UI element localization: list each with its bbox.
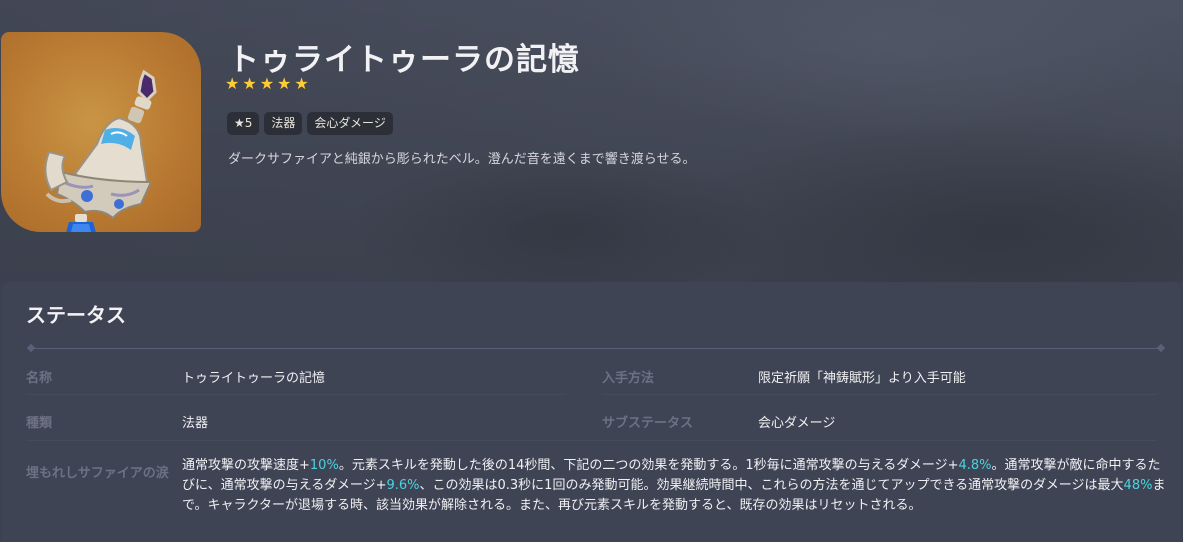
star-icon: ★ bbox=[259, 74, 275, 93]
passive-text-segment: 、この効果は0.3秒に1回のみ発動可能。効果継続時間中、これらの方法を通じてアッ… bbox=[419, 478, 1124, 493]
weapon-description: ダークサファイアと純銀から彫られたベル。澄んだ音を遠くまで響き渡らせる。 bbox=[228, 152, 696, 167]
section-divider bbox=[28, 348, 1164, 349]
tag-list: ★5 法器 会心ダメージ bbox=[227, 112, 393, 135]
bell-catalyst-icon bbox=[44, 69, 157, 232]
passive-text-segment: 通常攻撃の攻撃速度+ bbox=[182, 458, 310, 473]
passive-effect-text: 通常攻撃の攻撃速度+10%。元素スキルを発動した後の14秒間、下記の二つの効果を… bbox=[182, 456, 1167, 516]
row-separator bbox=[26, 440, 1157, 441]
star-icon: ★ bbox=[294, 74, 309, 93]
substat-value: 会心ダメージ bbox=[758, 416, 836, 431]
row-separator bbox=[26, 394, 566, 395]
weapon-image bbox=[1, 32, 201, 232]
star-icon: ★ bbox=[242, 74, 257, 93]
star-icon: ★ bbox=[277, 74, 292, 93]
status-title: ステータス bbox=[26, 303, 126, 327]
star-icon: ★ bbox=[225, 74, 240, 93]
weapon-title: トゥライトゥーラの記憶 bbox=[228, 42, 580, 78]
row-separator bbox=[602, 394, 1157, 395]
acquire-label: 入手方法 bbox=[602, 371, 655, 386]
tag-weapon-type: 法器 bbox=[264, 112, 303, 135]
type-label: 種類 bbox=[26, 416, 53, 431]
passive-highlight-value: 48% bbox=[1123, 478, 1153, 493]
passive-highlight-value: 9.6% bbox=[386, 478, 420, 493]
tag-substat: 会心ダメージ bbox=[307, 112, 393, 135]
passive-highlight-value: 10% bbox=[309, 458, 339, 473]
rarity-stars: ★ ★ ★ ★ ★ bbox=[225, 76, 309, 92]
tag-rarity: ★5 bbox=[227, 112, 260, 135]
name-label: 名称 bbox=[26, 371, 53, 386]
passive-text-segment: 。元素スキルを発動した後の14秒間、下記の二つの効果を発動する。1秒毎に通常攻撃… bbox=[338, 458, 959, 473]
acquire-value: 限定祈願「神鋳賦形」より入手可能 bbox=[758, 371, 966, 386]
substat-label: サブステータス bbox=[602, 416, 694, 431]
type-value: 法器 bbox=[182, 416, 209, 431]
status-panel: ステータス 名称 トゥライトゥーラの記憶 入手方法 限定祈願「神鋳賦形」より入手… bbox=[2, 282, 1181, 542]
passive-highlight-value: 4.8% bbox=[958, 458, 992, 473]
passive-label: 埋もれしサファイアの涙 bbox=[26, 466, 169, 481]
name-value: トゥライトゥーラの記憶 bbox=[182, 371, 326, 386]
